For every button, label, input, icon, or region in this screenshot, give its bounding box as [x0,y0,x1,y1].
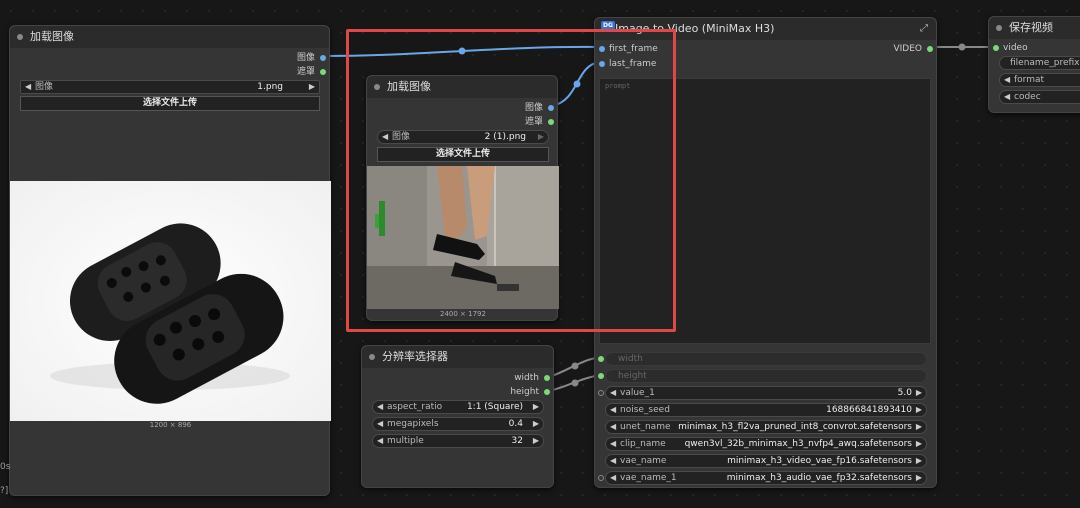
arrow-left-icon[interactable]: ◀ [377,435,383,447]
arrow-right-icon[interactable]: ▶ [916,455,922,467]
clip-name-widget[interactable]: ◀ clip_name qwen3vl_32b_minimax_h3_nvfp4… [605,437,927,451]
arrow-left-icon[interactable]: ◀ [1004,74,1010,86]
codec-widget[interactable]: ◀ codec [999,90,1080,104]
arrow-left-icon[interactable]: ◀ [377,418,383,430]
unet-name-widget[interactable]: ◀ unet_name minimax_h3_fl2va_pruned_int8… [605,420,927,434]
arrow-right-icon[interactable]: ▶ [916,421,922,433]
input-socket[interactable] [993,45,999,51]
output-video[interactable]: VIDEO [862,43,933,55]
node-title-text: 加载图像 [30,30,74,43]
noise-seed-widget[interactable]: ◀ noise_seed 168866841893410 ▶ [605,403,927,417]
image-dimensions: 1200 × 896 [149,421,192,429]
image-select-combo[interactable]: ◀ 图像 1.png ▶ [20,80,320,94]
output-socket[interactable] [544,389,550,395]
output-socket[interactable] [320,69,326,75]
input-video[interactable]: video [993,42,1080,54]
input-socket[interactable] [598,356,604,362]
arrow-left-icon[interactable]: ◀ [610,472,616,484]
input-socket[interactable] [598,390,604,396]
vae-name-1-widget[interactable]: ◀ vae_name_1 minimax_h3_audio_vae_fp32.s… [598,471,927,485]
format-widget[interactable]: ◀ format [999,73,1080,87]
side-fragment: ?] [0,486,9,496]
output-socket[interactable] [544,375,550,381]
output-image[interactable]: 图像 [255,52,326,64]
node-canvas[interactable]: 加载图像 图像 遮罩 ◀ 图像 1.png ▶ 选择文件上传 1200 × 89… [0,0,1080,508]
node-title-text: 保存视频 [1009,21,1053,34]
highlight-box [346,29,676,332]
input-socket[interactable] [598,475,604,481]
arrow-left-icon[interactable]: ◀ [1004,91,1010,103]
side-fragment: 0s [0,462,11,472]
input-socket[interactable] [598,373,604,379]
image-preview [10,181,331,421]
arrow-right-icon[interactable]: ▶ [916,387,922,399]
arrow-right-icon[interactable]: ▶ [916,472,922,484]
arrow-left-icon[interactable]: ◀ [377,401,383,413]
output-height[interactable]: height [479,386,550,398]
arrow-left-icon[interactable]: ◀ [610,387,616,399]
node-title-text: 分辨率选择器 [382,350,448,363]
slipper-photo [10,181,331,421]
aspect-ratio-widget[interactable]: ◀ aspect_ratio 1:1 (Square) ▶ [372,400,544,414]
arrow-right-icon[interactable]: ▶ [533,435,539,447]
arrow-left-icon[interactable]: ◀ [610,438,616,450]
megapixels-widget[interactable]: ◀ megapixels 0.4 ▶ [372,417,544,431]
arrow-right-icon[interactable]: ▶ [533,418,539,430]
link-midpoint [958,43,966,51]
collapse-dot-icon[interactable] [17,34,23,40]
arrow-left-icon[interactable]: ◀ [610,404,616,416]
node-title[interactable]: 保存视频 [989,17,1080,39]
collapse-dot-icon[interactable] [996,25,1002,31]
node-title[interactable]: 加载图像 [10,26,329,48]
arrow-right-icon[interactable]: ▶ [309,81,315,93]
output-socket[interactable] [320,55,326,61]
output-mask[interactable]: 遮罩 [255,66,326,78]
filename-prefix-widget[interactable]: filename_prefix [999,56,1080,70]
height-input[interactable]: height [598,369,927,383]
save-video-node[interactable]: 保存视频 video filename_prefix ◀ format ◀ co… [988,16,1080,113]
arrow-left-icon[interactable]: ◀ [25,81,31,93]
output-width[interactable]: width [479,372,550,384]
node-title[interactable]: 分辨率选择器 [362,346,553,368]
load-image-node-1[interactable]: 加载图像 图像 遮罩 ◀ 图像 1.png ▶ 选择文件上传 1200 × 89… [9,25,331,496]
link-midpoint [571,362,579,370]
arrow-left-icon[interactable]: ◀ [610,455,616,467]
expand-icon[interactable]: ⤢ [920,18,928,40]
arrow-right-icon[interactable]: ▶ [916,404,922,416]
arrow-right-icon[interactable]: ▶ [916,438,922,450]
value-1-widget[interactable]: ◀ value_1 5.0 ▶ [598,386,927,400]
output-socket[interactable] [927,46,933,52]
link-midpoint [571,379,579,387]
collapse-dot-icon[interactable] [369,354,375,360]
width-input[interactable]: width [598,352,927,366]
multiple-widget[interactable]: ◀ multiple 32 ▶ [372,434,544,448]
vae-name-widget[interactable]: ◀ vae_name minimax_h3_video_vae_fp16.saf… [605,454,927,468]
resolution-selector-node[interactable]: 分辨率选择器 width height ◀ aspect_ratio 1:1 (… [361,345,554,488]
upload-button[interactable]: 选择文件上传 [20,96,320,111]
arrow-right-icon[interactable]: ▶ [533,401,539,413]
arrow-left-icon[interactable]: ◀ [610,421,616,433]
